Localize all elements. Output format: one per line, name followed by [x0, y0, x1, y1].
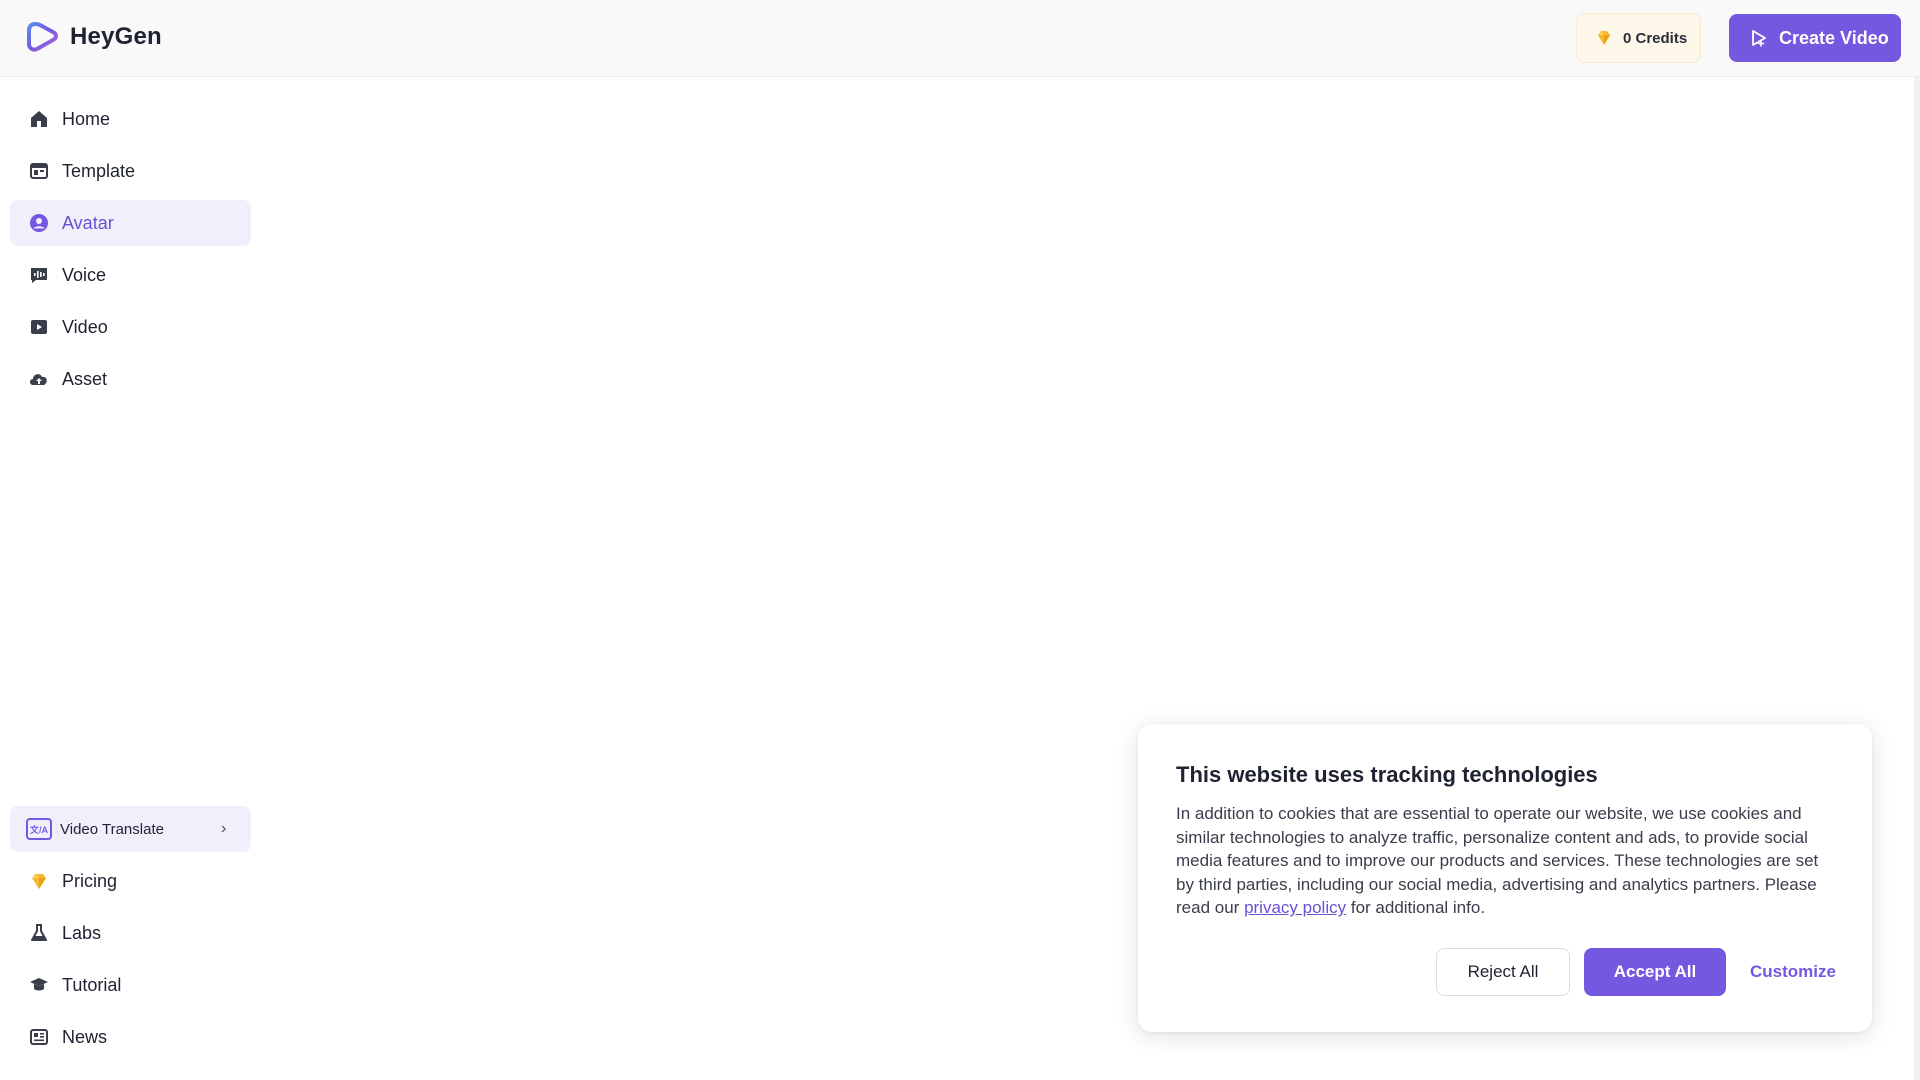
brand-name: HeyGen: [70, 23, 162, 50]
cookie-body-suffix: for additional info.: [1350, 898, 1486, 918]
sidebar-item-label: Video Translate: [60, 820, 164, 838]
video-play-icon: [1752, 30, 1766, 47]
heygen-logo-icon: [27, 22, 58, 52]
sidebar: Home Template Avatar Voice Video Asset 文…: [0, 77, 262, 1080]
avatar-icon: [28, 212, 50, 234]
translate-icon: 文/A: [26, 818, 52, 840]
sidebar-item-pricing[interactable]: Pricing: [10, 858, 251, 904]
cookie-consent-dialog: This website uses tracking technologies …: [1138, 724, 1872, 1032]
sidebar-item-label: Home: [62, 108, 111, 129]
graduation-cap-icon: [28, 974, 50, 996]
video-icon: [28, 316, 50, 338]
diamond-icon: [28, 870, 50, 892]
sidebar-item-news[interactable]: News: [10, 1014, 251, 1060]
sidebar-item-label: Template: [62, 160, 136, 181]
customize-button[interactable]: Customize: [1738, 948, 1848, 996]
sidebar-item-tutorial[interactable]: Tutorial: [10, 962, 251, 1008]
credits-label: 0 Credits: [1623, 29, 1688, 47]
sidebar-item-asset[interactable]: Asset: [10, 356, 251, 402]
reject-all-button[interactable]: Reject All: [1436, 948, 1570, 996]
top-bar: HeyGen 0 Credits Create Video: [0, 0, 1920, 77]
accept-all-button[interactable]: Accept All: [1584, 948, 1726, 996]
cookie-title: This website uses tracking technologies: [1176, 762, 1598, 787]
sidebar-item-label: Tutorial: [62, 974, 122, 995]
sidebar-item-label: Voice: [62, 264, 107, 285]
sidebar-item-labs[interactable]: Labs: [10, 910, 251, 956]
create-video-button[interactable]: Create Video: [1729, 14, 1901, 62]
page-scrollbar[interactable]: [1914, 77, 1920, 1080]
sidebar-item-label: Labs: [62, 922, 102, 943]
sidebar-item-avatar[interactable]: Avatar: [10, 200, 251, 246]
privacy-policy-link[interactable]: privacy policy: [1244, 898, 1346, 917]
sidebar-item-label: Pricing: [62, 870, 118, 891]
svg-text:文/A: 文/A: [29, 824, 49, 835]
chevron-right-icon: ›: [221, 820, 227, 837]
sidebar-item-label: Asset: [62, 368, 108, 389]
sidebar-item-label: News: [62, 1026, 108, 1047]
sidebar-item-video[interactable]: Video: [10, 304, 251, 350]
sidebar-item-template[interactable]: Template: [10, 148, 251, 194]
sidebar-item-label: Video: [62, 316, 108, 337]
flask-icon: [28, 922, 50, 944]
newspaper-icon: [28, 1026, 50, 1048]
template-icon: [28, 160, 50, 182]
credits-badge[interactable]: 0 Credits: [1576, 13, 1701, 63]
cloud-upload-icon: [28, 368, 50, 390]
sidebar-item-home[interactable]: Home: [10, 96, 251, 142]
sidebar-item-label: Avatar: [62, 212, 114, 233]
create-video-label: Create Video: [1779, 27, 1889, 48]
brand-logo[interactable]: HeyGen: [26, 20, 162, 54]
diamond-icon: [1598, 31, 1610, 45]
home-icon: [28, 108, 50, 130]
sidebar-item-voice[interactable]: Voice: [10, 252, 251, 298]
cookie-body: In addition to cookies that are essentia…: [1176, 802, 1840, 920]
voice-icon: [28, 264, 50, 286]
sidebar-item-video-translate[interactable]: 文/A Video Translate ›: [10, 806, 251, 852]
